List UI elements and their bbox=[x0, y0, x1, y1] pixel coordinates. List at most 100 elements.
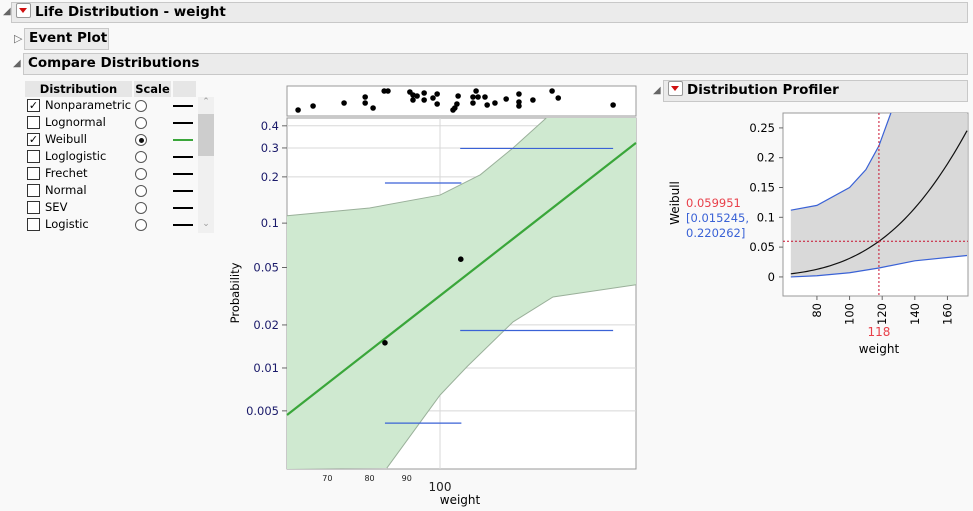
y-tick-label: 0.1 bbox=[261, 216, 279, 230]
data-point bbox=[457, 256, 464, 262]
distribution-row: SEV bbox=[25, 199, 197, 216]
scroll-thumb[interactable] bbox=[198, 114, 214, 156]
event-point bbox=[470, 100, 476, 106]
x-tick-label: 120 bbox=[875, 303, 889, 325]
x-tick-label: 80 bbox=[364, 474, 374, 483]
checkbox[interactable] bbox=[27, 184, 40, 197]
y-tick-label: 0.15 bbox=[749, 181, 775, 195]
event-plot-header[interactable]: Event Plot bbox=[24, 28, 109, 50]
distribution-row: Loglogistic bbox=[25, 148, 197, 165]
y-axis-label: Weibull bbox=[668, 181, 682, 225]
checkbox[interactable]: ✓ bbox=[27, 99, 40, 112]
col-distribution: Distribution bbox=[25, 81, 132, 97]
line-style-swatch[interactable] bbox=[173, 207, 193, 209]
y-tick-label: 0 bbox=[768, 270, 775, 284]
checkbox[interactable] bbox=[27, 218, 40, 231]
line-style-swatch[interactable] bbox=[173, 224, 193, 226]
scale-radio[interactable] bbox=[135, 100, 147, 112]
x-tick-label: 160 bbox=[940, 303, 954, 325]
event-point bbox=[610, 102, 616, 108]
y-axis-label: Probability bbox=[228, 262, 242, 323]
x-tick-label: 100 bbox=[429, 480, 452, 494]
event-point bbox=[430, 95, 436, 101]
x-axis-label: weight bbox=[440, 493, 481, 507]
x-tick-label: 100 bbox=[843, 303, 857, 325]
distribution-profiler: 0 0.05 0.1 0.15 0.2 0.25 80 100 120 140 160 118 weig… bbox=[668, 112, 969, 356]
scroll-up-icon[interactable]: ⌃ bbox=[198, 97, 214, 111]
checkbox[interactable] bbox=[27, 201, 40, 214]
scroll-down-icon[interactable]: ⌄ bbox=[198, 219, 214, 233]
ci-upper: 0.220262] bbox=[686, 226, 745, 240]
checkbox[interactable] bbox=[27, 116, 40, 129]
compare-label: Compare Distributions bbox=[28, 55, 200, 71]
y-tick-label: 0.05 bbox=[253, 260, 279, 274]
y-tick-label: 0.02 bbox=[253, 318, 279, 332]
event-point bbox=[454, 101, 460, 107]
line-style-swatch[interactable] bbox=[173, 173, 193, 175]
event-point bbox=[455, 93, 461, 99]
event-point bbox=[434, 101, 440, 107]
x-tick-label: 70 bbox=[322, 474, 332, 483]
event-plot-frame bbox=[286, 85, 637, 117]
distribution-row: Lognormal bbox=[25, 114, 197, 131]
event-point bbox=[492, 100, 498, 106]
scale-radio[interactable] bbox=[135, 185, 147, 197]
line-style-swatch[interactable] bbox=[173, 105, 193, 107]
scale-radio[interactable] bbox=[135, 168, 147, 180]
expand-icon[interactable]: ▷ bbox=[14, 32, 22, 45]
distribution-name: Lognormal bbox=[45, 115, 106, 129]
compare-distributions-header[interactable]: Compare Distributions bbox=[23, 53, 968, 75]
event-point bbox=[482, 94, 488, 100]
line-style-swatch[interactable] bbox=[173, 139, 193, 141]
event-plot-label: Event Plot bbox=[29, 30, 108, 46]
data-point bbox=[382, 340, 388, 346]
event-point bbox=[414, 93, 420, 99]
event-point bbox=[473, 88, 479, 94]
collapse-icon[interactable]: ◢ bbox=[3, 6, 11, 17]
distribution-name: Logistic bbox=[45, 217, 89, 231]
distribution-name: Frechet bbox=[45, 166, 88, 180]
distribution-row: Frechet bbox=[25, 165, 197, 182]
distribution-name: Weibull bbox=[45, 132, 87, 146]
event-point bbox=[549, 88, 555, 94]
scale-radio[interactable] bbox=[135, 202, 147, 214]
event-point bbox=[516, 91, 522, 97]
distribution-row: ✓ Nonparametric bbox=[25, 97, 197, 114]
scale-radio[interactable] bbox=[135, 151, 147, 163]
collapse-icon[interactable]: ◢ bbox=[13, 58, 21, 69]
event-point bbox=[362, 94, 368, 100]
scale-radio[interactable] bbox=[135, 134, 147, 146]
checkbox[interactable]: ✓ bbox=[27, 133, 40, 146]
report-title-bar[interactable]: Life Distribution - weight bbox=[11, 2, 968, 23]
collapse-icon[interactable]: ◢ bbox=[653, 85, 661, 96]
line-style-swatch[interactable] bbox=[173, 190, 193, 192]
scale-radio[interactable] bbox=[135, 219, 147, 231]
col-line bbox=[173, 81, 196, 97]
scrollbar[interactable]: ⌃ ⌄ bbox=[198, 97, 214, 233]
current-x-value: 118 bbox=[867, 325, 890, 339]
distribution-row: Logistic bbox=[25, 216, 197, 233]
y-tick-label: 0.2 bbox=[261, 170, 279, 184]
scale-radio[interactable] bbox=[135, 117, 147, 129]
x-tick-label: 90 bbox=[402, 474, 412, 483]
event-point bbox=[434, 91, 440, 97]
event-point bbox=[421, 97, 427, 103]
event-point bbox=[470, 94, 476, 100]
line-style-swatch[interactable] bbox=[173, 122, 193, 124]
profiler-header[interactable]: Distribution Profiler bbox=[663, 80, 968, 102]
checkbox[interactable] bbox=[27, 150, 40, 163]
event-point bbox=[516, 103, 522, 109]
y-tick-label: 0.25 bbox=[749, 121, 775, 135]
red-menu-icon[interactable] bbox=[668, 81, 683, 96]
report-title: Life Distribution - weight bbox=[35, 4, 226, 20]
distribution-name: Normal bbox=[45, 183, 87, 197]
event-point bbox=[555, 95, 562, 101]
event-point bbox=[385, 88, 391, 94]
line-style-swatch[interactable] bbox=[173, 156, 193, 158]
ci-lower: [0.015245, bbox=[686, 211, 749, 225]
y-tick-label: 0.1 bbox=[757, 210, 775, 224]
red-menu-icon[interactable] bbox=[16, 3, 31, 18]
y-tick-label: 0.4 bbox=[261, 119, 279, 133]
distribution-name: Loglogistic bbox=[45, 149, 107, 163]
checkbox[interactable] bbox=[27, 167, 40, 180]
